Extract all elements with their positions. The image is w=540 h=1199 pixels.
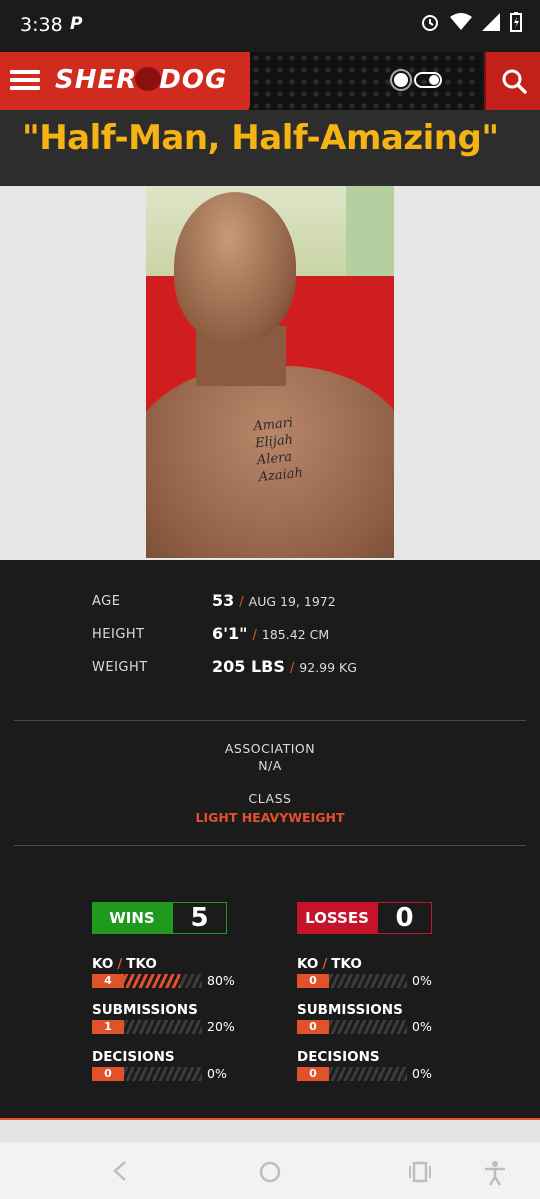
class-value[interactable]: LIGHT HEAVYWEIGHT bbox=[0, 810, 540, 825]
bar-count: 0 bbox=[92, 1067, 124, 1081]
battery-icon bbox=[510, 12, 522, 32]
loss-method-ko: KO / TKO 0 0% bbox=[297, 956, 447, 988]
losses-total: 0 bbox=[377, 902, 432, 934]
bar-percent: 0% bbox=[412, 1019, 432, 1034]
stat-secondary: AUG 19, 1972 bbox=[248, 594, 336, 609]
theme-toggle[interactable] bbox=[394, 72, 442, 88]
method-bar: 0 0% bbox=[297, 974, 447, 988]
method-bar: 4 80% bbox=[92, 974, 242, 988]
status-time: 3:38 bbox=[20, 14, 63, 36]
chest-tattoo: Amari Elijah Alera Azaiah bbox=[253, 414, 304, 486]
divider bbox=[14, 845, 526, 846]
logo-text-left: SHER bbox=[55, 65, 138, 95]
menu-bar bbox=[10, 70, 40, 74]
separator: / bbox=[239, 595, 244, 610]
method-name: SUBMISSIONS bbox=[297, 1002, 403, 1018]
fighter-head bbox=[174, 192, 296, 342]
search-button[interactable] bbox=[484, 52, 540, 110]
stat-value: 53 / AUG 19, 1972 bbox=[212, 591, 336, 610]
fighter-photo: Amari Elijah Alera Azaiah bbox=[146, 186, 394, 558]
nickname-bar: "Half-Man, Half-Amazing" bbox=[0, 110, 540, 186]
bar-count: 0 bbox=[297, 1067, 329, 1081]
association-label: ASSOCIATION bbox=[224, 741, 316, 756]
site-header: SHER DOG bbox=[0, 52, 540, 110]
recents-icon[interactable] bbox=[408, 1160, 432, 1184]
menu-button[interactable] bbox=[10, 66, 40, 96]
status-icons bbox=[420, 12, 522, 32]
stat-secondary: 185.42 CM bbox=[261, 627, 330, 642]
method-name-part: TKO bbox=[331, 956, 362, 972]
toggle-switch[interactable] bbox=[414, 72, 442, 88]
back-icon[interactable] bbox=[110, 1160, 130, 1182]
paypal-icon: P bbox=[70, 14, 83, 34]
search-icon bbox=[502, 69, 527, 94]
association-value: N/A bbox=[258, 758, 282, 773]
stat-primary: 53 bbox=[212, 591, 235, 610]
bar-count: 0 bbox=[297, 974, 329, 988]
method-name: KO / TKO bbox=[297, 956, 447, 972]
sherdog-logo[interactable]: SHER DOG bbox=[55, 65, 227, 95]
loss-method-submissions: SUBMISSIONS 0 0% bbox=[297, 1002, 447, 1034]
method-name: SUBMISSIONS bbox=[92, 1002, 198, 1018]
method-name: DECISIONS bbox=[92, 1049, 175, 1065]
method-name: DECISIONS bbox=[297, 1049, 380, 1065]
wins-record: WINS 5 bbox=[92, 902, 227, 936]
bar-percent: 0% bbox=[412, 1066, 432, 1081]
logo-text-right: DOG bbox=[159, 65, 228, 95]
photo-area: Amari Elijah Alera Azaiah bbox=[0, 186, 540, 560]
method-name: KO / TKO bbox=[92, 956, 242, 972]
separator: / bbox=[252, 628, 257, 643]
bar-percent: 80% bbox=[207, 973, 235, 988]
dog-logo-icon bbox=[135, 67, 162, 91]
fighter-nickname: "Half-Man, Half-Amazing" bbox=[22, 118, 499, 158]
bar-count: 0 bbox=[297, 1020, 329, 1034]
stat-label: AGE bbox=[92, 594, 121, 609]
accessibility-icon[interactable] bbox=[482, 1160, 508, 1186]
method-bar: 0 0% bbox=[297, 1020, 447, 1034]
system-nav-bar bbox=[0, 1142, 540, 1199]
brightness-icon bbox=[394, 73, 408, 87]
win-method-decisions: DECISIONS 0 0% bbox=[92, 1049, 242, 1081]
method-name-part: KO bbox=[297, 956, 319, 972]
bar-percent: 0% bbox=[412, 973, 432, 988]
separator: / bbox=[322, 956, 328, 972]
stat-primary: 205 LBS bbox=[212, 657, 285, 676]
divider bbox=[14, 720, 526, 721]
method-bar: 1 20% bbox=[92, 1020, 242, 1034]
separator: / bbox=[117, 956, 123, 972]
stat-value: 6'1" / 185.42 CM bbox=[212, 624, 329, 643]
header-pattern bbox=[250, 52, 482, 110]
win-method-ko: KO / TKO 4 80% bbox=[92, 956, 242, 988]
stat-label: WEIGHT bbox=[92, 660, 148, 675]
stat-primary: 6'1" bbox=[212, 624, 248, 643]
page-footer-edge bbox=[0, 1120, 540, 1142]
signal-icon bbox=[482, 13, 500, 31]
bar-count: 4 bbox=[92, 974, 124, 988]
method-name-part: KO bbox=[92, 956, 114, 972]
win-method-submissions: SUBMISSIONS 1 20% bbox=[92, 1002, 242, 1034]
separator: / bbox=[289, 661, 295, 676]
method-bar: 0 0% bbox=[297, 1067, 447, 1081]
wins-label: WINS bbox=[92, 902, 172, 934]
stat-label: HEIGHT bbox=[92, 627, 145, 642]
menu-bar bbox=[10, 78, 40, 82]
bar-count: 1 bbox=[92, 1020, 124, 1034]
class-label: CLASS bbox=[248, 791, 292, 806]
alarm-icon bbox=[422, 15, 438, 31]
losses-record: LOSSES 0 bbox=[297, 902, 432, 936]
stat-secondary: 92.99 KG bbox=[299, 660, 357, 675]
wins-total: 5 bbox=[172, 902, 227, 934]
home-icon[interactable] bbox=[258, 1160, 282, 1184]
method-name-part: TKO bbox=[126, 956, 157, 972]
stat-value: 205 LBS / 92.99 KG bbox=[212, 657, 357, 676]
loss-method-decisions: DECISIONS 0 0% bbox=[297, 1049, 447, 1081]
menu-bar bbox=[10, 86, 40, 90]
wifi-icon bbox=[450, 13, 472, 30]
method-bar: 0 0% bbox=[92, 1067, 242, 1081]
bar-percent: 0% bbox=[207, 1066, 227, 1081]
status-bar: 3:38 P bbox=[0, 0, 540, 52]
bar-percent: 20% bbox=[207, 1019, 235, 1034]
fighter-info: AGE 53 / AUG 19, 1972 HEIGHT 6'1" / 185.42 C… bbox=[0, 560, 540, 1120]
losses-label: LOSSES bbox=[297, 902, 377, 934]
